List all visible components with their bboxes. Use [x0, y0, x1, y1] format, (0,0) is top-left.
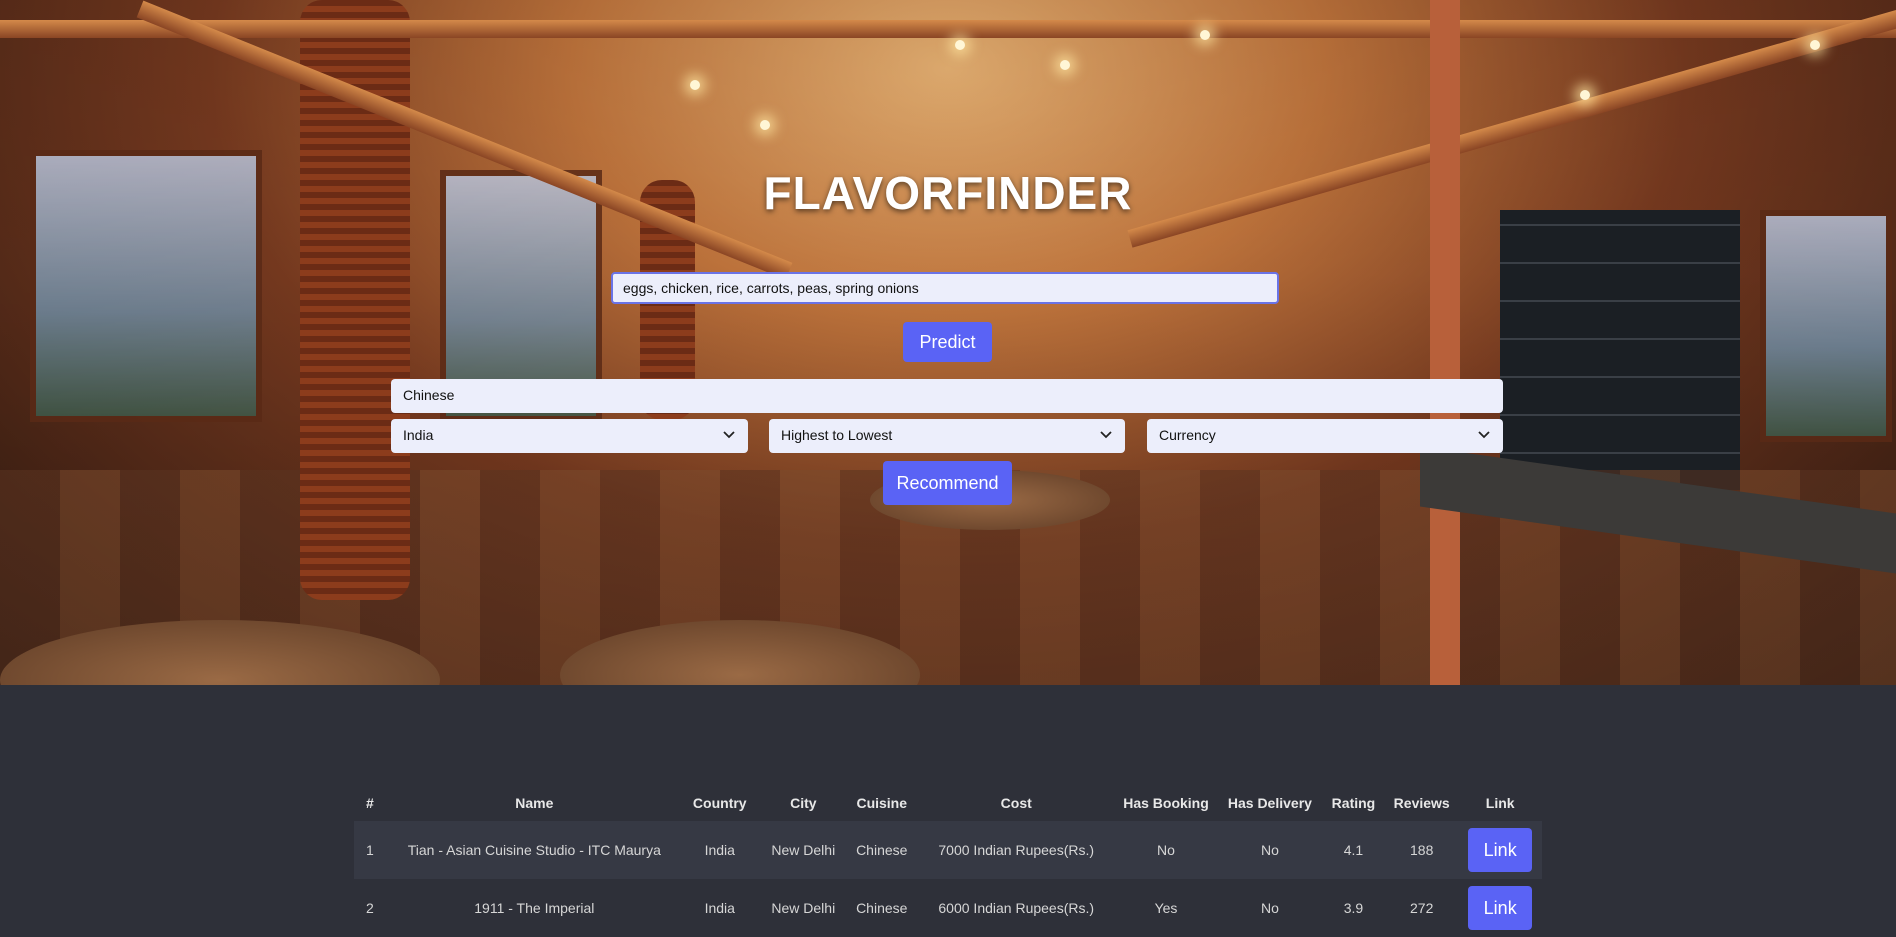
table-header-row: # Name Country City Cuisine Cost Has Boo…	[354, 785, 1542, 821]
restaurant-name: 1911 - The Imperial	[390, 879, 678, 937]
column-header-reviews: Reviews	[1393, 795, 1450, 811]
currency-select-value: Currency	[1159, 427, 1216, 443]
restaurant-link-button[interactable]: Link	[1468, 886, 1533, 930]
background-lamp	[760, 120, 770, 130]
restaurant-city: New Delhi	[761, 879, 846, 937]
restaurant-has-booking: No	[1114, 821, 1218, 879]
restaurant-country: India	[677, 879, 762, 937]
column-header-name: Name	[515, 795, 554, 811]
recommend-button[interactable]: Recommend	[883, 461, 1012, 505]
restaurant-cost: 7000 Indian Rupees(Rs.)	[918, 821, 1115, 879]
restaurant-cuisine: Chinese	[845, 821, 919, 879]
restaurant-has-delivery: No	[1217, 821, 1322, 879]
row-number: 2	[354, 879, 391, 937]
restaurant-cuisine: Chinese	[845, 879, 919, 937]
chevron-down-icon	[1100, 431, 1112, 439]
column-header-number: #	[366, 795, 374, 811]
table-row: 2 1911 - The Imperial India New Delhi Ch…	[354, 879, 1542, 937]
restaurant-reviews: 272	[1385, 879, 1459, 937]
restaurant-name: Tian - Asian Cuisine Studio - ITC Maurya	[390, 821, 678, 879]
restaurant-has-delivery: No	[1217, 879, 1322, 937]
background-post	[1430, 0, 1460, 685]
background-lamp	[955, 40, 965, 50]
column-header-country: Country	[692, 795, 747, 811]
column-header-cost: Cost	[1000, 795, 1032, 811]
restaurant-link-cell: Link	[1458, 821, 1542, 879]
row-number: 1	[354, 821, 391, 879]
column-header-link: Link	[1485, 795, 1515, 811]
currency-select[interactable]: Currency	[1147, 419, 1503, 453]
sort-order-select[interactable]: Highest to Lowest	[769, 419, 1125, 453]
background-lamp	[1580, 90, 1590, 100]
restaurant-city: New Delhi	[761, 821, 846, 879]
background-lamp	[1060, 60, 1070, 70]
column-header-city: City	[790, 795, 817, 811]
background-lamp	[1810, 40, 1820, 50]
restaurant-cost: 6000 Indian Rupees(Rs.)	[918, 879, 1115, 937]
chevron-down-icon	[723, 431, 735, 439]
column-header-has-booking: Has Booking	[1123, 795, 1209, 811]
country-select[interactable]: India	[391, 419, 748, 453]
sort-order-select-value: Highest to Lowest	[781, 427, 893, 443]
background-window	[1760, 210, 1892, 442]
column-header-has-delivery: Has Delivery	[1227, 795, 1312, 811]
restaurant-rating: 4.1	[1321, 821, 1386, 879]
chevron-down-icon	[1478, 431, 1490, 439]
restaurant-reviews: 188	[1385, 821, 1459, 879]
restaurant-link-button[interactable]: Link	[1468, 828, 1533, 872]
column-header-rating: Rating	[1331, 795, 1376, 811]
background-tiles	[1500, 210, 1740, 490]
country-select-value: India	[403, 427, 434, 443]
background-beam	[0, 20, 1896, 38]
cuisine-input[interactable]: Chinese	[391, 379, 1503, 413]
results-table: # Name Country City Cuisine Cost Has Boo…	[354, 785, 1542, 937]
background-lamp	[690, 80, 700, 90]
restaurant-has-booking: Yes	[1114, 879, 1218, 937]
column-header-cuisine: Cuisine	[856, 795, 908, 811]
background-lamp	[1200, 30, 1210, 40]
app-title: FLAVORFINDER	[763, 167, 1133, 219]
predict-button[interactable]: Predict	[903, 322, 992, 362]
table-row: 1 Tian - Asian Cuisine Studio - ITC Maur…	[354, 821, 1542, 879]
restaurant-rating: 3.9	[1321, 879, 1386, 937]
ingredients-input[interactable]: eggs, chicken, rice, carrots, peas, spri…	[611, 272, 1279, 304]
restaurant-country: India	[677, 821, 762, 879]
restaurant-link-cell: Link	[1458, 879, 1542, 937]
